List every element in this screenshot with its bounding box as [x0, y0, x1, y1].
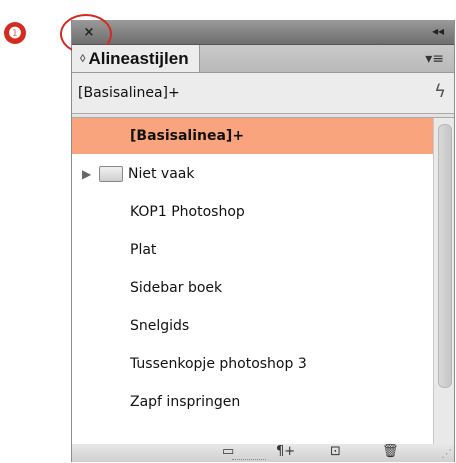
- list-scrollbar[interactable]: [433, 118, 454, 444]
- list-item[interactable]: Snelgids: [72, 308, 434, 344]
- panel-titlebar: × ◂◂: [60, 14, 454, 54]
- list-item[interactable]: Plat: [72, 232, 434, 268]
- resize-grip[interactable]: [232, 459, 266, 463]
- list-item-folder[interactable]: ▶ Niet vaak: [72, 156, 434, 192]
- list-item-label: Plat: [130, 242, 157, 258]
- panel-menu-icon[interactable]: ▾≡: [425, 51, 444, 67]
- list-item-label: Zapf inspringen: [130, 394, 241, 410]
- tab-alineastijlen[interactable]: ◊ Alineastijlen: [72, 45, 200, 72]
- current-style-row: [Basisalinea]+ ϟ: [72, 73, 454, 114]
- list-item[interactable]: Tussenkopje photoshop 3: [72, 346, 434, 382]
- clear-overrides-icon[interactable]: ¶+: [276, 444, 295, 459]
- list-item-label: Sidebar boek: [130, 280, 223, 296]
- list-item-label: Tussenkopje photoshop 3: [130, 356, 307, 372]
- panel-bottom-bar: ▭ ¶+ ⊡ 🗑 ⋰: [72, 444, 454, 462]
- callout-number-1: ❶: [4, 22, 26, 44]
- new-style-icon[interactable]: ⊡: [330, 444, 341, 459]
- trash-icon[interactable]: 🗑: [382, 444, 399, 459]
- new-group-folder-icon[interactable]: ▭: [222, 444, 234, 459]
- quick-apply-icon[interactable]: ϟ: [434, 81, 446, 102]
- resize-corner-icon[interactable]: ⋰: [441, 447, 452, 460]
- list-item[interactable]: Sidebar boek: [72, 270, 434, 306]
- list-item-label: KOP1 Photoshop: [130, 204, 245, 220]
- panel-tab-row: ◊ Alineastijlen ▾≡: [72, 45, 454, 73]
- folder-icon: [99, 166, 123, 182]
- style-list: [Basisalinea]+ ▶ Niet vaak KOP1 Photosho…: [72, 117, 454, 445]
- list-item-label: Snelgids: [130, 318, 190, 334]
- list-item-label: [Basisalinea]+: [130, 128, 245, 144]
- collapse-icon[interactable]: ◂◂: [432, 24, 444, 38]
- tab-title: Alineastijlen: [88, 48, 189, 68]
- list-item[interactable]: [Basisalinea]+: [72, 118, 434, 154]
- list-item[interactable]: Zapf inspringen: [72, 384, 434, 420]
- disclosure-triangle-icon[interactable]: ▶: [82, 167, 91, 181]
- scroll-thumb[interactable]: [438, 124, 452, 388]
- tab-arrows-icon: ◊: [80, 52, 86, 65]
- paragraph-styles-panel: × ◂◂ ◊ Alineastijlen ▾≡ [Basisalinea]+ ϟ…: [60, 14, 455, 462]
- list-item-label: Niet vaak: [128, 166, 195, 182]
- list-item[interactable]: KOP1 Photoshop: [72, 194, 434, 230]
- current-style-label: [Basisalinea]+: [78, 85, 180, 101]
- close-icon[interactable]: ×: [78, 24, 100, 40]
